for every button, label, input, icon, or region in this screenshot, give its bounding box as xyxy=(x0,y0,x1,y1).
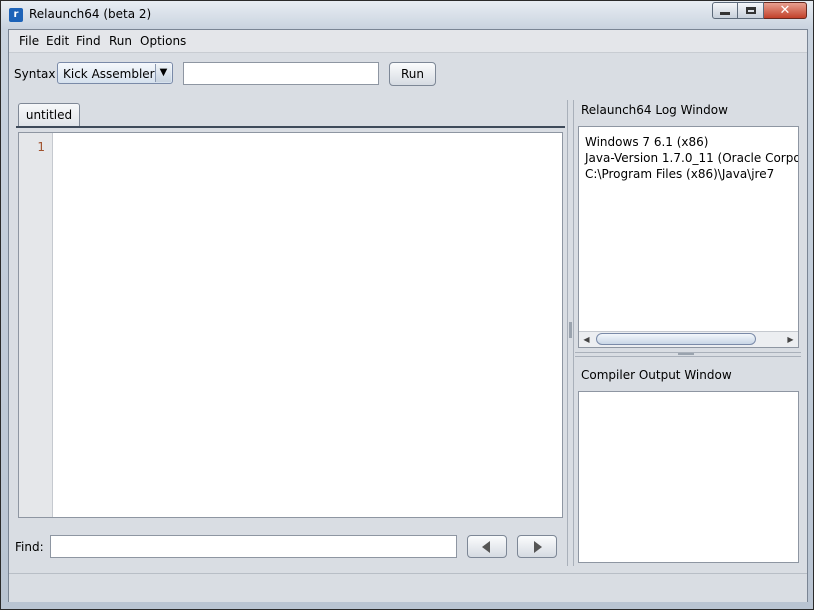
arrow-left-icon xyxy=(482,541,490,553)
log-line: Java-Version 1.7.0_11 (Oracle Corpora xyxy=(585,151,799,165)
log-window[interactable]: Windows 7 6.1 (x86) Java-Version 1.7.0_1… xyxy=(578,126,799,348)
menu-edit[interactable]: Edit xyxy=(46,34,69,48)
window-title: Relaunch64 (beta 2) xyxy=(29,7,152,21)
horizontal-scrollbar[interactable]: ◀ ▶ xyxy=(579,331,798,347)
tab-untitled[interactable]: untitled xyxy=(18,103,80,127)
menu-run[interactable]: Run xyxy=(109,34,132,48)
maximize-icon xyxy=(745,7,756,14)
line-number-gutter: 1 xyxy=(19,133,53,517)
log-line: C:\Program Files (x86)\Java\jre7 xyxy=(585,167,775,181)
compiler-output-window[interactable] xyxy=(578,391,799,563)
run-button[interactable]: Run xyxy=(389,62,436,86)
app-icon: r xyxy=(9,8,23,22)
window-controls: ✕ xyxy=(712,2,807,20)
log-line: Windows 7 6.1 (x86) xyxy=(585,135,709,149)
menu-bar: File Edit Find Run Options xyxy=(9,30,807,53)
code-editor[interactable]: 1 xyxy=(18,132,563,518)
log-split-divider[interactable] xyxy=(575,352,801,357)
client-area: File Edit Find Run Options Syntax Kick A… xyxy=(8,29,808,602)
minimize-button[interactable] xyxy=(712,2,738,19)
find-previous-button[interactable] xyxy=(467,535,507,558)
find-next-button[interactable] xyxy=(517,535,557,558)
command-input[interactable] xyxy=(183,62,379,85)
tab-strip-border xyxy=(16,126,565,128)
scroll-right-icon[interactable]: ▶ xyxy=(784,333,797,346)
scroll-left-icon[interactable]: ◀ xyxy=(580,333,593,346)
menu-options[interactable]: Options xyxy=(140,34,186,48)
log-window-title: Relaunch64 Log Window xyxy=(581,103,728,117)
syntax-label: Syntax xyxy=(14,67,56,81)
close-icon: ✕ xyxy=(779,3,791,18)
dropdown-arrow-icon: ▼ xyxy=(155,64,171,82)
split-pane-divider[interactable] xyxy=(567,100,574,566)
close-button[interactable]: ✕ xyxy=(764,2,807,19)
maximize-button[interactable] xyxy=(738,2,764,19)
syntax-select[interactable]: Kick Assembler ▼ xyxy=(57,62,173,84)
compiler-output-title: Compiler Output Window xyxy=(581,368,732,382)
syntax-selected-value: Kick Assembler xyxy=(63,67,155,81)
menu-file[interactable]: File xyxy=(19,34,39,48)
status-bar xyxy=(9,573,807,602)
scrollbar-thumb[interactable] xyxy=(596,333,756,345)
find-label: Find: xyxy=(15,540,44,554)
line-number: 1 xyxy=(37,140,45,154)
app-window: r Relaunch64 (beta 2) ✕ File Edit Find R… xyxy=(0,0,814,610)
minimize-icon xyxy=(720,12,730,15)
title-bar[interactable]: r Relaunch64 (beta 2) ✕ xyxy=(1,1,813,29)
divider-grip-icon xyxy=(678,353,694,355)
arrow-right-icon xyxy=(534,541,542,553)
menu-find[interactable]: Find xyxy=(76,34,101,48)
find-input[interactable] xyxy=(50,535,457,558)
divider-grip-icon xyxy=(569,322,572,338)
